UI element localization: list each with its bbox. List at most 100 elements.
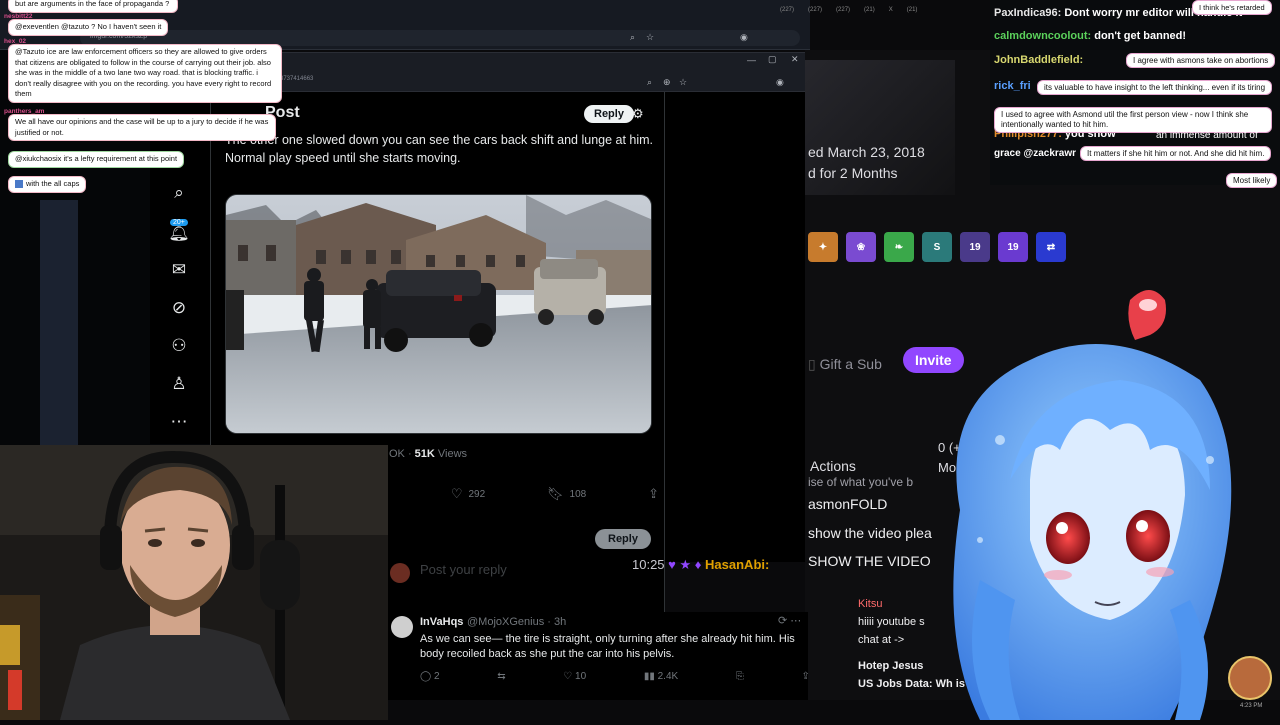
- avatar[interactable]: [391, 616, 413, 638]
- emote[interactable]: ❀: [846, 232, 876, 262]
- chat-bubble: It matters if she hit him or not. And sh…: [1080, 146, 1272, 161]
- chat-bubble: its valuable to have insight to the left…: [1037, 80, 1273, 95]
- views-action[interactable]: ▮▮ 2.4K: [644, 671, 678, 682]
- gift-icon: ▯: [808, 356, 820, 372]
- share-action[interactable]: ⇪: [802, 671, 810, 682]
- bookmark-action[interactable]: ⎘: [736, 671, 744, 682]
- extensions-icon[interactable]: ◉: [776, 77, 784, 88]
- post-text-line: The other one slowed down you can see th…: [225, 133, 654, 147]
- post-video[interactable]: [225, 194, 652, 434]
- minimize-icon[interactable]: —: [747, 55, 756, 65]
- star-icon[interactable]: ☆: [646, 32, 654, 43]
- gift-sub-label: Gift a Sub: [819, 356, 882, 372]
- chat-message: calmdowncoolout: don't get banned!: [994, 30, 1186, 42]
- bookmark-action[interactable]: 🔖︎ 108: [547, 486, 586, 502]
- vtuber-character: [953, 290, 1232, 720]
- chat-timestamp: 10:25: [632, 557, 665, 572]
- chat-message: grace @zackrawr: [994, 148, 1076, 159]
- bookmark-count: 108: [569, 488, 587, 500]
- heart-icon: ♡: [450, 486, 463, 501]
- reply-author-handle: @MojoXGenius · 3h: [467, 616, 567, 628]
- emote[interactable]: ✦: [808, 232, 838, 262]
- sub-info: ed March 23, 2018 d for 2 Months: [808, 142, 925, 184]
- repost-action[interactable]: ⇆: [497, 671, 505, 682]
- browser-tab[interactable]: (21): [907, 7, 918, 13]
- chat-bubble: but are arguments in the face of propaga…: [8, 0, 178, 13]
- share-action[interactable]: ⇪: [648, 486, 659, 502]
- more-icon[interactable]: ⟳ ⋯: [778, 614, 801, 627]
- chat-username[interactable]: calmdowncoolout:: [994, 30, 1091, 42]
- chat-username[interactable]: PaxIndica96:: [994, 7, 1061, 19]
- background-band: [40, 200, 78, 445]
- share-icon: ⇪: [648, 486, 659, 501]
- like-action[interactable]: ♡ 10: [563, 671, 586, 682]
- star-icon[interactable]: ☆: [679, 77, 687, 88]
- communities-icon[interactable]: ⚇: [166, 333, 192, 359]
- reply-submit-button[interactable]: Reply: [595, 529, 651, 549]
- browser-tab[interactable]: (21): [864, 7, 875, 13]
- chat-bubble: @exeventlen @tazuto ? No I haven't seen …: [8, 19, 169, 36]
- like-action[interactable]: ♡ 292: [451, 486, 485, 502]
- emote[interactable]: ❧: [884, 232, 914, 262]
- search-icon[interactable]: ⌕: [647, 77, 652, 88]
- browser-tab[interactable]: (227): [780, 7, 794, 13]
- heart-icon: ♡: [563, 671, 576, 682]
- browser-tab[interactable]: X: [889, 7, 893, 13]
- profile-icon[interactable]: ♙: [166, 371, 192, 397]
- chat-bubble: @Tazuto ice are law enforcement officers…: [8, 44, 282, 103]
- post-actions-row: ♡ 292 🔖︎ 108 ⇪: [389, 484, 659, 504]
- views-label: Views: [434, 448, 468, 460]
- zoom-icon[interactable]: ⊕: [663, 77, 671, 88]
- like-count: 10: [575, 671, 587, 682]
- emote[interactable]: 19: [998, 232, 1028, 262]
- chat-bubble: @xiukchaosix it's a lefty requirement at…: [8, 151, 185, 168]
- analytics-icon: ▮▮: [643, 671, 658, 682]
- grok-icon[interactable]: ⊘: [166, 295, 192, 321]
- browser-front-url-bar[interactable]: 3737414663: [260, 76, 800, 88]
- maximize-icon[interactable]: ▢: [768, 54, 777, 65]
- chat-message: JohnBaddlefield:: [994, 54, 1083, 66]
- settings-icon[interactable]: ⚙: [632, 106, 644, 122]
- repost-icon: ⇆: [497, 671, 506, 682]
- chat-message: rick_fri: [994, 80, 1031, 92]
- post-text: The other one slowed down you can see th…: [225, 131, 655, 167]
- browser-tab[interactable]: (227): [836, 7, 850, 13]
- chat-username[interactable]: rick_fri: [994, 80, 1031, 92]
- chat-bubble: I agree with asmons take on abortions: [1126, 53, 1276, 68]
- clock: 4:23 PM: [1240, 703, 1263, 709]
- emote[interactable]: ⇄: [1036, 232, 1066, 262]
- post-text-line: Normal play speed until she starts movin…: [225, 151, 461, 165]
- chat-username[interactable]: Kitsu: [858, 598, 882, 610]
- gift-sub-button[interactable]: ▯ Gift a Sub: [808, 352, 882, 377]
- notifications-badge: 20+: [170, 219, 188, 226]
- chat-bubble: with the all caps: [8, 176, 87, 193]
- reply-author-name[interactable]: InVaHqs: [420, 616, 463, 628]
- like-count: 292: [468, 488, 486, 500]
- search-icon[interactable]: ⌕: [630, 32, 635, 43]
- comment-icon: ◯: [420, 671, 434, 682]
- bookmark-icon: 🔖︎: [547, 486, 564, 501]
- chat-bubble: an immense amount of: [1156, 130, 1258, 141]
- close-icon[interactable]: ✕: [791, 54, 799, 65]
- chat-message-hasan: 10:25 ♥ ★ ♦ HasanAbi:: [632, 557, 769, 573]
- messages-icon[interactable]: ✉: [166, 257, 192, 283]
- reply-action[interactable]: ◯ 2: [420, 671, 440, 682]
- reply-count: 2: [433, 671, 440, 682]
- emote[interactable]: 19: [960, 232, 990, 262]
- chat-badges: ♥ ★ ♦: [668, 557, 702, 572]
- reply-top-button[interactable]: Reply: [584, 105, 634, 123]
- reply-input[interactable]: Post your reply: [420, 562, 507, 577]
- emote[interactable]: S: [922, 232, 952, 262]
- chat-username[interactable]: HasanAbi:: [705, 557, 769, 572]
- chat-username[interactable]: JohnBaddlefield:: [994, 54, 1083, 66]
- chat-username[interactable]: grace @zackrawr: [994, 148, 1076, 159]
- views-count: 51K: [414, 448, 435, 460]
- search-icon[interactable]: ⌕: [166, 180, 192, 206]
- more-icon[interactable]: ⋯: [166, 409, 192, 435]
- x-side-column: [665, 92, 805, 562]
- chat-username[interactable]: Hotep Jesus: [858, 660, 923, 672]
- extensions-icon[interactable]: ◉: [740, 32, 748, 43]
- browser-tab[interactable]: (227): [808, 7, 822, 13]
- bookmark-icon: ⎘: [735, 671, 744, 682]
- webcam-feed: [0, 445, 388, 720]
